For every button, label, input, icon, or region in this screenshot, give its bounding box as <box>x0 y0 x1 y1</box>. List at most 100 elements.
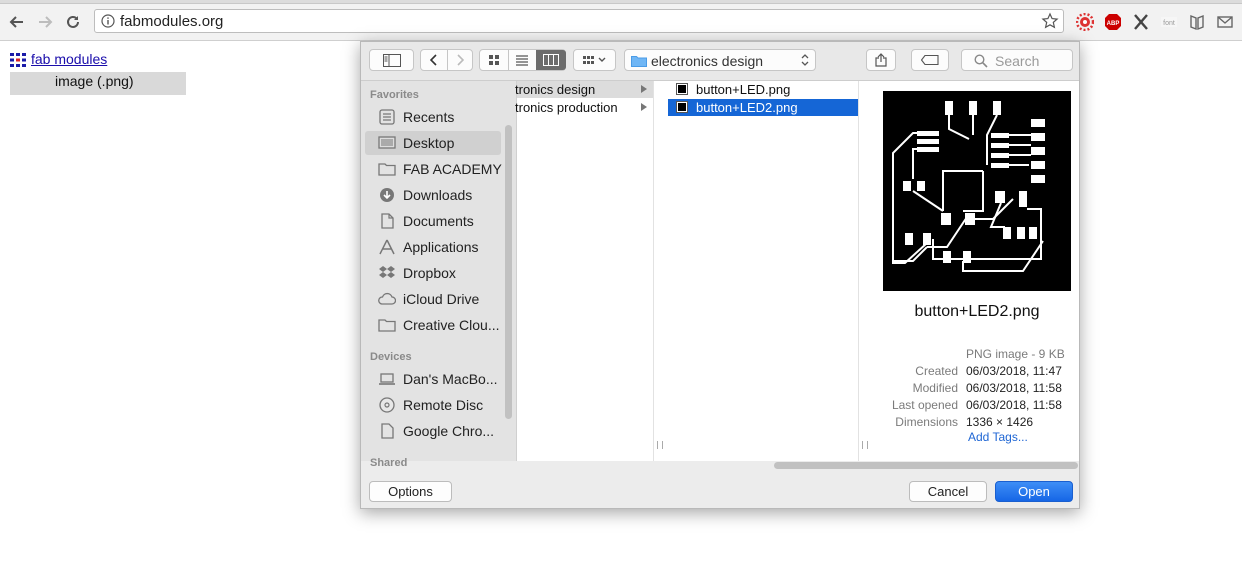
forward-button[interactable] <box>33 10 57 34</box>
dialog-back-button[interactable] <box>421 50 448 70</box>
address-bar[interactable]: fabmodules.org <box>94 9 1064 33</box>
reader-extension-icon[interactable] <box>1188 13 1206 31</box>
sidebar-item-dan-s-macbo[interactable]: Dan's MacBo... <box>365 367 501 391</box>
sidebar-item-label: iCloud Drive <box>403 291 480 307</box>
arrange-button[interactable] <box>573 49 616 71</box>
folder-row-electronics-production[interactable]: tronics production <box>515 99 653 116</box>
chevron-right-icon <box>641 85 647 93</box>
grid-icon <box>489 55 499 65</box>
meta-key: Modified <box>912 381 958 395</box>
back-button[interactable] <box>5 10 29 34</box>
dialog-forward-button[interactable] <box>447 50 473 70</box>
horizontal-scrollbar[interactable] <box>774 462 1078 469</box>
sidebar-item-fab-academy[interactable]: FAB ACADEMY <box>365 157 502 181</box>
sidebar-toggle-button[interactable] <box>369 49 414 71</box>
columns-icon <box>543 54 559 66</box>
open-button[interactable]: Open <box>995 481 1073 502</box>
file-row-label: button+LED2.png <box>696 100 798 115</box>
list-view-button[interactable] <box>508 50 537 70</box>
folder-row-label: tronics production <box>515 100 618 115</box>
info-icon[interactable] <box>101 14 115 28</box>
preview-kind: PNG image - 9 KB <box>966 347 1065 361</box>
folder-icon <box>378 317 396 333</box>
tags-button[interactable] <box>911 49 949 71</box>
column-view-button[interactable] <box>536 50 566 70</box>
documents-icon <box>378 213 396 229</box>
path-popup-label: electronics design <box>651 53 764 69</box>
svg-text:ABP: ABP <box>1107 21 1120 27</box>
recents-icon <box>378 109 396 125</box>
folders-column: tronics design tronics production <box>515 81 663 461</box>
chevron-left-icon <box>430 54 437 66</box>
dialog-footer: Options Cancel Open <box>361 472 1079 508</box>
sidebar-item-dropbox[interactable]: Dropbox <box>365 261 501 285</box>
file-row-button-led[interactable]: button+LED.png <box>668 81 858 98</box>
path-popup[interactable]: electronics design <box>624 49 816 71</box>
adblock-icon[interactable]: ABP <box>1104 13 1122 31</box>
downloads-icon <box>378 187 396 203</box>
sidebar-item-label: Google Chro... <box>403 423 495 439</box>
sidebar-item-remote-disc[interactable]: Remote Disc <box>365 393 501 417</box>
browser-toolbar: fabmodules.org ABP font <box>0 4 1242 41</box>
sidebar-item-downloads[interactable]: Downloads <box>365 183 501 207</box>
png-file-icon <box>676 101 688 113</box>
share-icon <box>875 53 887 67</box>
x-extension-icon[interactable] <box>1132 13 1150 31</box>
sidebar-item-desktop[interactable]: Desktop <box>365 131 501 155</box>
favorites-header: Favorites <box>370 89 419 101</box>
open-file-dialog: electronics design Search Favorites Rece… <box>360 41 1080 509</box>
tag-icon <box>921 55 939 65</box>
file-row-label: button+LED.png <box>696 82 791 97</box>
document-icon <box>378 423 396 439</box>
sidebar-item-label: Dropbox <box>403 265 456 281</box>
fab-logo-icon <box>10 53 26 67</box>
png-file-icon <box>676 83 688 95</box>
meta-value: 06/03/2018, 11:58 <box>966 381 1062 395</box>
devices-header: Devices <box>370 351 412 363</box>
sidebar-item-icloud-drive[interactable]: iCloud Drive <box>365 287 501 311</box>
sidebar-item-documents[interactable]: Documents <box>365 209 501 233</box>
folder-row-electronics-design[interactable]: tronics design <box>515 81 653 98</box>
sidebar-item-applications[interactable]: Applications <box>365 235 501 259</box>
reload-icon <box>67 15 79 28</box>
icon-view-button[interactable] <box>480 50 509 70</box>
mail-extension-icon[interactable] <box>1216 13 1234 31</box>
options-button[interactable]: Options <box>369 481 452 502</box>
applications-icon <box>378 239 396 255</box>
sidebar-item-recents[interactable]: Recents <box>365 105 501 129</box>
chevron-right-icon <box>457 54 464 66</box>
file-row-button-led2-selected[interactable]: button+LED2.png <box>668 99 858 116</box>
sidebar-item-label: Documents <box>403 213 474 229</box>
svg-text:font: font <box>1163 20 1175 27</box>
bookmark-star-icon[interactable] <box>1041 12 1059 30</box>
sidebar-item-label: Downloads <box>403 187 473 203</box>
search-field[interactable]: Search <box>961 49 1073 71</box>
preview-file-name: button+LED2.png <box>914 303 1040 320</box>
column-resize-handle[interactable] <box>862 441 868 449</box>
meta-value: 06/03/2018, 11:47 <box>966 364 1062 378</box>
sidebar-item-label: Dan's MacBo... <box>403 371 498 387</box>
column-resize-handle[interactable] <box>657 441 663 449</box>
add-tags-link[interactable]: Add Tags... <box>968 430 1028 444</box>
up-down-chevron-icon <box>801 54 809 66</box>
share-button[interactable] <box>866 49 896 71</box>
sidebar-item-label: Recents <box>403 109 455 125</box>
extension-gear-icon[interactable] <box>1076 13 1094 31</box>
sidebar-item-label: Creative Clou... <box>403 317 500 333</box>
back-arrow-icon <box>9 16 23 28</box>
reload-button[interactable] <box>61 10 85 34</box>
folder-icon <box>378 161 396 177</box>
dialog-sidebar: Favorites Recents Desktop FAB ACADEMY Downl… <box>361 81 516 469</box>
cancel-button[interactable]: Cancel <box>909 481 987 502</box>
file-preview-image <box>883 91 1071 291</box>
pcb-trace-preview-icon <box>892 101 1045 272</box>
fab-modules-link[interactable]: fab modules <box>31 51 107 67</box>
folder-row-label: tronics design <box>515 82 596 97</box>
sidebar-item-google-chro[interactable]: Google Chro... <box>365 419 501 443</box>
folder-icon <box>631 56 647 67</box>
column-browser: tronics design tronics production button… <box>515 81 1079 469</box>
sidebar-scrollbar[interactable] <box>505 125 512 419</box>
font-extension-icon[interactable]: font <box>1160 13 1178 31</box>
image-png-menu-item[interactable]: image (.png) <box>10 72 186 95</box>
sidebar-item-creative-clou[interactable]: Creative Clou... <box>365 313 501 337</box>
